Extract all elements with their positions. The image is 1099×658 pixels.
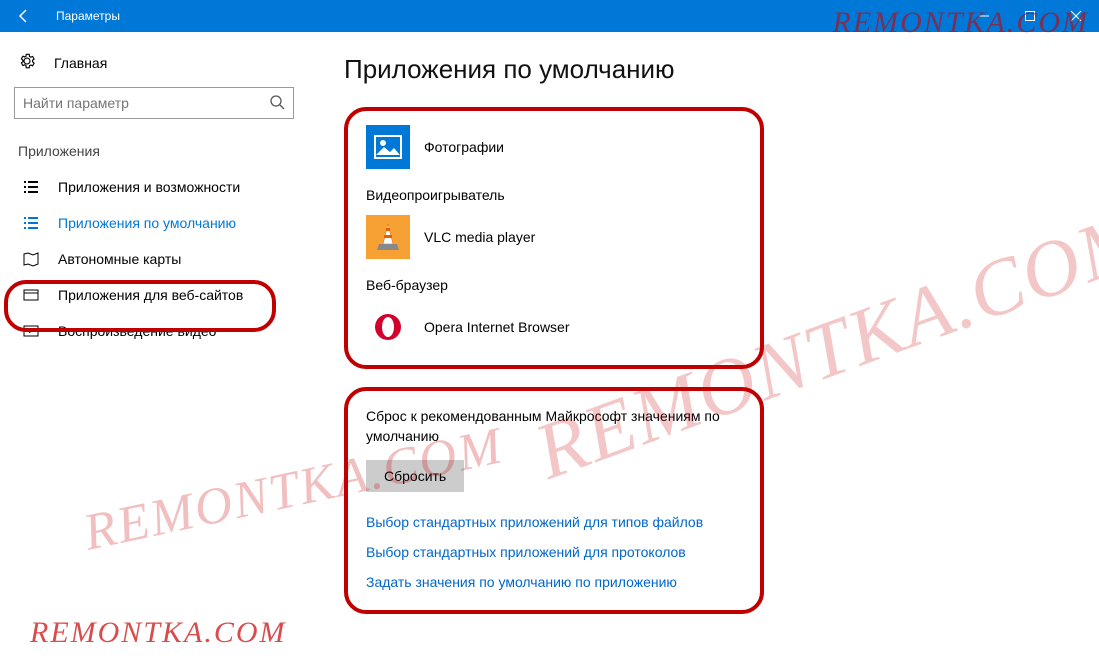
sidebar-item-video-playback[interactable]: Воспроизведение видео [14,313,302,349]
sidebar-item-label: Приложения для веб-сайтов [58,287,243,303]
sidebar-item-apps-features[interactable]: Приложения и возможности [14,169,302,205]
defaults-icon [22,215,40,231]
link-filetypes[interactable]: Выбор стандартных приложений для типов ф… [366,514,742,530]
sidebar-item-apps-websites[interactable]: Приложения для веб-сайтов [14,277,302,313]
link-by-app[interactable]: Задать значения по умолчанию по приложен… [366,574,742,590]
search-input[interactable] [14,87,294,119]
photos-app-icon [366,125,410,169]
vlc-app-icon [366,215,410,259]
page-title: Приложения по умолчанию [344,54,1077,85]
opera-app-icon [366,305,410,349]
link-protocols[interactable]: Выбор стандартных приложений для протоко… [366,544,742,560]
minimize-button[interactable] [961,0,1007,32]
sidebar-item-offline-maps[interactable]: Автономные карты [14,241,302,277]
category-label-browser: Веб-браузер [366,277,742,293]
website-icon [22,287,40,303]
reset-button[interactable]: Сбросить [366,460,464,492]
main-content: Приложения по умолчанию Фотографии Видео… [310,32,1099,658]
default-app-row-browser[interactable]: Opera Internet Browser [366,305,742,349]
back-button[interactable] [0,0,48,32]
category-label-video: Видеопроигрыватель [366,187,742,203]
default-app-row-photos[interactable]: Фотографии [366,125,742,169]
map-icon [22,251,40,267]
window-controls [961,0,1099,32]
reset-description: Сброс к рекомендованным Майкрософт значе… [366,407,742,446]
search-field[interactable] [23,95,269,111]
video-icon [22,323,40,339]
sidebar: Главная Приложения Приложения и возможно… [0,32,310,658]
sidebar-item-label: Приложения и возможности [58,179,240,195]
titlebar: Параметры [0,0,1099,32]
home-label: Главная [54,55,107,71]
close-button[interactable] [1053,0,1099,32]
sidebar-item-default-apps[interactable]: Приложения по умолчанию [14,205,302,241]
list-icon [22,179,40,195]
sidebar-section-label: Приложения [14,139,302,169]
maximize-button[interactable] [1007,0,1053,32]
app-label: Фотографии [424,139,504,155]
sidebar-item-label: Приложения по умолчанию [58,215,236,231]
default-app-row-video[interactable]: VLC media player [366,215,742,259]
search-icon [269,94,285,113]
gear-icon [18,52,36,73]
annotation-highlight-reset: Сброс к рекомендованным Майкрософт значе… [344,387,764,614]
home-nav[interactable]: Главная [14,46,302,87]
window-title: Параметры [48,9,961,23]
app-label: VLC media player [424,229,535,245]
sidebar-item-label: Воспроизведение видео [58,323,216,339]
sidebar-item-label: Автономные карты [58,251,181,267]
app-label: Opera Internet Browser [424,319,570,335]
annotation-highlight-defaults: Фотографии Видеопроигрыватель VLC media … [344,107,764,369]
